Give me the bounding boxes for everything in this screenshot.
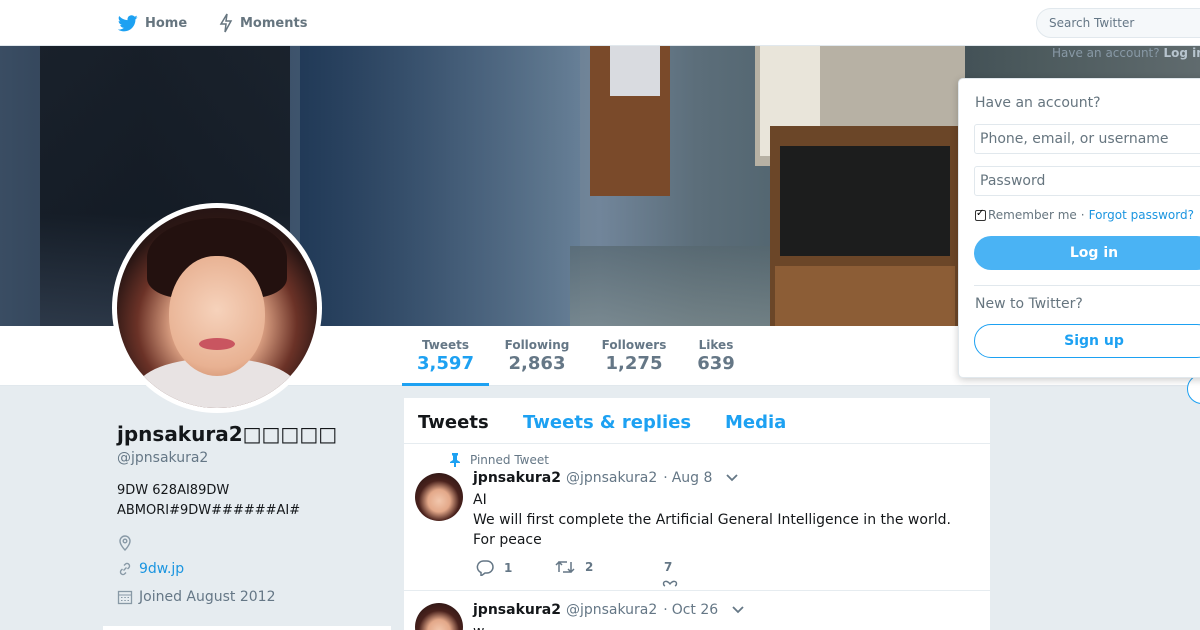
tweet-author-handle[interactable]: @jpnsakura2 — [566, 470, 657, 486]
calendar-icon — [117, 590, 133, 605]
pin-icon — [450, 453, 460, 467]
tweet-item[interactable]: Pinned Tweet jpnsakura2 @jpnsakura2 · Au… — [404, 444, 992, 591]
tweet-author-name[interactable]: jpnsakura2 — [473, 602, 561, 618]
timeline: Tweets Tweets & replies Media Pinned Twe… — [403, 397, 992, 630]
bio-line: 9DW 628AI89DW — [117, 483, 230, 498]
stat-value: 639 — [697, 353, 735, 374]
stat-value: 1,275 — [605, 353, 663, 374]
bio-line: ABMORI#9DW######AI# — [117, 503, 301, 518]
tweet-text-line: AI — [473, 492, 487, 508]
twitter-bird-icon — [118, 14, 138, 31]
profile-avatar[interactable] — [112, 203, 322, 413]
stat-likes[interactable]: Likes 639 — [692, 338, 740, 374]
tweet-author-name[interactable]: jpnsakura2 — [473, 470, 561, 486]
stat-following[interactable]: Following 2,863 — [498, 338, 576, 374]
stat-value: 2,863 — [508, 353, 566, 374]
nav-moments-label: Moments — [240, 15, 308, 31]
ghost-login-link[interactable]: Log in — [1163, 46, 1200, 60]
stat-label: Likes — [698, 338, 734, 352]
heart-icon[interactable] — [662, 579, 678, 587]
reply-count: 1 — [504, 561, 513, 575]
chevron-down-icon[interactable] — [732, 606, 744, 614]
tweet-text: AI We will first complete the Artificial… — [473, 490, 978, 550]
profile-bio: 9DW 628AI89DW ABMORI#9DW######AI# — [117, 481, 377, 521]
search-input[interactable] — [1036, 8, 1200, 38]
tab-media[interactable]: Media — [725, 412, 786, 433]
stat-tweets[interactable]: Tweets 3,597 — [402, 338, 489, 386]
moments-bolt-icon — [219, 13, 233, 33]
tab-tweets-replies[interactable]: Tweets & replies — [523, 412, 691, 433]
login-dropdown: Have an account? Remember me · Forgot pa… — [958, 78, 1200, 378]
tweet-text-line: For peace — [473, 532, 542, 548]
reply-button[interactable]: 1 — [476, 560, 512, 576]
tweet-text-line: w — [473, 622, 978, 630]
location-icon — [119, 535, 131, 551]
tweet-header: jpnsakura2 @jpnsakura2 · Oct 26 — [473, 602, 744, 618]
tab-tweets[interactable]: Tweets — [418, 412, 489, 433]
tweet-text: w — [473, 622, 978, 630]
avatar — [117, 208, 317, 408]
profile-display-name[interactable]: jpnsakura2□□□□□ — [117, 422, 337, 446]
tweet-dot: · — [663, 470, 668, 486]
profile-handle[interactable]: @jpnsakura2 — [117, 450, 208, 466]
pinned-text: Pinned Tweet — [470, 453, 549, 467]
chevron-down-icon[interactable] — [726, 474, 739, 482]
tweet-date[interactable]: Aug 8 — [672, 470, 713, 486]
profile-url-link[interactable]: 9dw.jp — [139, 561, 184, 577]
timeline-tabs: Tweets Tweets & replies Media — [404, 398, 992, 444]
retweet-icon — [555, 560, 575, 574]
tweet-actions: 1 2 — [473, 560, 773, 580]
ghost-login-prompt: Have an account? Log in — [1052, 46, 1200, 60]
remember-row: Remember me · Forgot password? — [975, 208, 1194, 222]
stat-value: 3,597 — [417, 353, 474, 374]
tweet-date[interactable]: Oct 26 — [672, 602, 718, 618]
pinned-label: Pinned Tweet — [450, 453, 549, 467]
stat-label: Following — [504, 338, 570, 352]
tweet-avatar[interactable] — [415, 603, 463, 630]
stat-label: Followers — [601, 338, 667, 352]
tweet-header: jpnsakura2 @jpnsakura2 · Aug 8 — [473, 470, 739, 486]
remember-checkbox[interactable] — [975, 208, 986, 221]
reply-icon — [476, 560, 494, 576]
stat-followers[interactable]: Followers 1,275 — [598, 338, 670, 374]
top-nav: Home Moments — [0, 0, 1200, 46]
ghost-have-account-text: Have an account? — [1052, 46, 1160, 60]
nav-moments[interactable]: Moments — [219, 0, 307, 46]
nav-home[interactable]: Home — [118, 0, 187, 46]
forgot-password-link[interactable]: Forgot password? — [1089, 208, 1194, 222]
profile-url: 9dw.jp — [117, 561, 184, 577]
profile-joined: Joined August 2012 — [117, 589, 275, 605]
login-title: Have an account? — [975, 95, 1101, 111]
card-edge — [103, 626, 391, 630]
retweet-button[interactable]: 2 — [555, 560, 593, 574]
stat-label: Tweets — [421, 338, 470, 352]
tweet-dot: · — [663, 602, 668, 618]
joined-text: Joined August 2012 — [139, 589, 276, 605]
like-count: 7 — [664, 560, 673, 574]
divider — [974, 285, 1200, 286]
link-icon — [119, 562, 131, 576]
tweet-author-handle[interactable]: @jpnsakura2 — [566, 602, 657, 618]
tweet-avatar[interactable] — [415, 473, 463, 521]
remember-label[interactable]: Remember me — [988, 208, 1077, 222]
signup-button[interactable]: Sign up — [974, 324, 1200, 358]
login-button[interactable]: Log in — [974, 236, 1200, 270]
new-to-twitter-text: New to Twitter? — [975, 296, 1083, 312]
retweet-count: 2 — [585, 560, 594, 574]
separator-dot: · — [1080, 208, 1085, 222]
username-field[interactable] — [974, 124, 1200, 154]
nav-home-label: Home — [145, 15, 188, 31]
password-field[interactable] — [974, 166, 1200, 196]
tweet-item[interactable]: jpnsakura2 @jpnsakura2 · Oct 26 w — [404, 591, 992, 630]
tweet-text-line: We will first complete the Artificial Ge… — [473, 512, 951, 528]
profile-location — [117, 535, 139, 551]
